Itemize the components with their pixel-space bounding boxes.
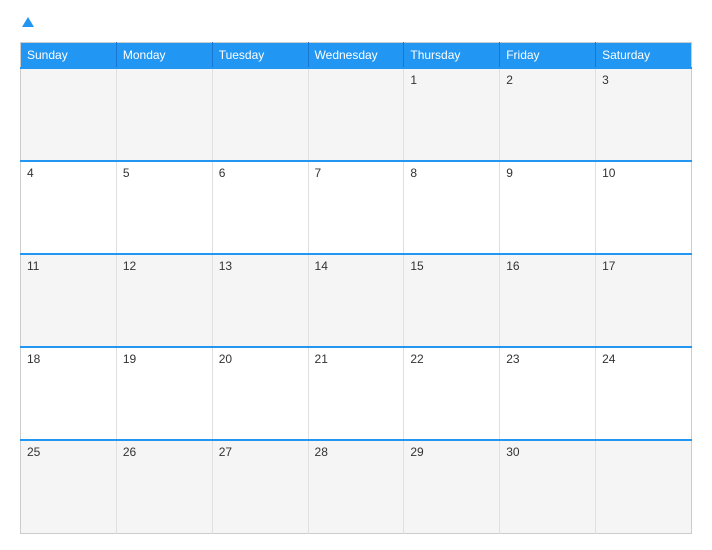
calendar-cell: 24 [596,347,692,440]
logo-text [20,16,34,32]
day-number: 21 [315,352,328,366]
calendar-cell [21,68,117,161]
calendar-cell: 26 [116,440,212,533]
day-number: 15 [410,259,423,273]
day-number: 12 [123,259,136,273]
weekday-header-tuesday: Tuesday [212,43,308,69]
calendar-cell: 29 [404,440,500,533]
weekday-header-sunday: Sunday [21,43,117,69]
calendar-cell: 21 [308,347,404,440]
day-number: 18 [27,352,40,366]
day-number: 2 [506,73,513,87]
calendar-cell: 8 [404,161,500,254]
day-number: 29 [410,445,423,459]
week-row-3: 11 12 13 14 15 16 17 [21,254,692,347]
day-number: 27 [219,445,232,459]
calendar-cell: 6 [212,161,308,254]
day-number: 4 [27,166,34,180]
day-number: 5 [123,166,130,180]
day-number: 24 [602,352,615,366]
page: SundayMondayTuesdayWednesdayThursdayFrid… [0,0,712,550]
weekday-header-monday: Monday [116,43,212,69]
calendar-cell: 7 [308,161,404,254]
calendar-cell: 5 [116,161,212,254]
logo [20,16,34,32]
calendar-cell: 10 [596,161,692,254]
day-number: 19 [123,352,136,366]
calendar-cell: 30 [500,440,596,533]
calendar-cell: 28 [308,440,404,533]
calendar-cell: 14 [308,254,404,347]
day-number: 8 [410,166,417,180]
day-number: 16 [506,259,519,273]
calendar-cell: 2 [500,68,596,161]
day-number: 9 [506,166,513,180]
day-number: 26 [123,445,136,459]
day-number: 1 [410,73,417,87]
day-number: 14 [315,259,328,273]
calendar-cell: 18 [21,347,117,440]
day-number: 13 [219,259,232,273]
day-number: 11 [27,259,39,273]
week-row-2: 4 5 6 7 8 9 10 [21,161,692,254]
calendar-cell: 22 [404,347,500,440]
weekday-header-friday: Friday [500,43,596,69]
calendar-cell: 25 [21,440,117,533]
calendar-cell: 11 [21,254,117,347]
week-row-5: 25 26 27 28 29 30 [21,440,692,533]
calendar-cell: 3 [596,68,692,161]
calendar-cell: 1 [404,68,500,161]
day-number: 3 [602,73,609,87]
calendar-cell [116,68,212,161]
calendar-cell [212,68,308,161]
week-row-4: 18 19 20 21 22 23 24 [21,347,692,440]
logo-triangle-icon [22,17,34,27]
weekday-header-thursday: Thursday [404,43,500,69]
calendar-cell: 20 [212,347,308,440]
calendar-cell [308,68,404,161]
calendar-cell: 9 [500,161,596,254]
calendar-cell: 12 [116,254,212,347]
header [20,16,692,32]
calendar-cell [596,440,692,533]
calendar-cell: 19 [116,347,212,440]
day-number: 7 [315,166,322,180]
week-row-1: 1 2 3 [21,68,692,161]
day-number: 22 [410,352,423,366]
day-number: 30 [506,445,519,459]
calendar-cell: 23 [500,347,596,440]
calendar-table: SundayMondayTuesdayWednesdayThursdayFrid… [20,42,692,534]
day-number: 6 [219,166,226,180]
weekday-header-row: SundayMondayTuesdayWednesdayThursdayFrid… [21,43,692,69]
day-number: 23 [506,352,519,366]
day-number: 28 [315,445,328,459]
calendar-cell: 15 [404,254,500,347]
calendar-cell: 4 [21,161,117,254]
calendar-cell: 13 [212,254,308,347]
calendar-cell: 27 [212,440,308,533]
weekday-header-wednesday: Wednesday [308,43,404,69]
day-number: 17 [602,259,615,273]
day-number: 10 [602,166,615,180]
calendar-cell: 17 [596,254,692,347]
weekday-header-saturday: Saturday [596,43,692,69]
calendar-cell: 16 [500,254,596,347]
day-number: 25 [27,445,40,459]
day-number: 20 [219,352,232,366]
